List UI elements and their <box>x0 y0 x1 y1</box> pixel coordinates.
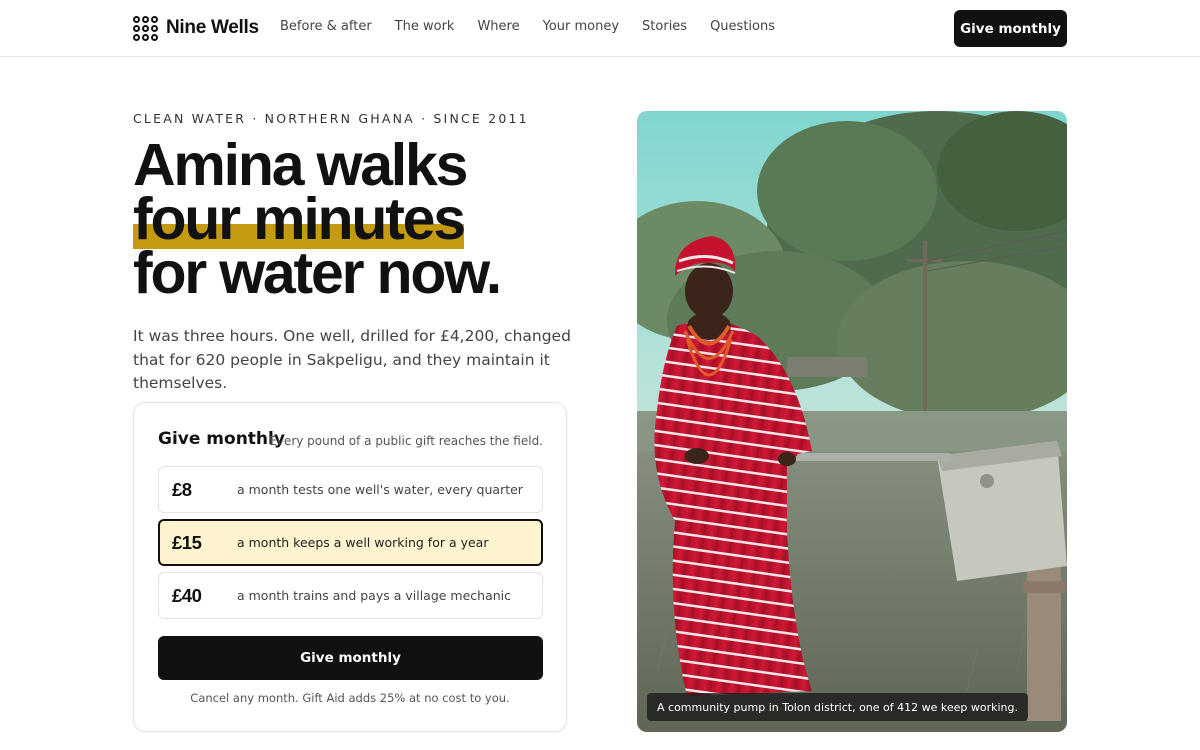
tier-description: a month keeps a well working for a year <box>237 535 489 550</box>
tier-amount: £8 <box>172 479 192 500</box>
card-title: Give monthly <box>158 429 285 449</box>
woman-at-water-pump-image <box>637 111 1067 732</box>
tier-amount: £40 <box>172 585 202 606</box>
hero-eyebrow: CLEAN WATER · NORTHERN GHANA · SINCE 201… <box>133 111 529 126</box>
hero-lede: It was three hours. One well, drilled fo… <box>133 327 571 392</box>
brand-name: Nine Wells <box>166 17 259 38</box>
headline-line-3: for water now. <box>133 240 502 306</box>
main-nav: Before & after The work Where Your money… <box>280 19 798 34</box>
give-monthly-card: Give monthly Every pound of a public gif… <box>133 402 567 732</box>
headline-line-2: four minutes <box>133 186 500 252</box>
tier-description: a month trains and pays a village mechan… <box>237 588 512 603</box>
nav-before-after[interactable]: Before & after <box>280 19 372 34</box>
headline-line-1: Amina walks <box>133 132 468 198</box>
tier-description: a month tests one well's water, every qu… <box>237 482 523 497</box>
nav-stories[interactable]: Stories <box>642 19 687 34</box>
nav-questions[interactable]: Questions <box>710 19 775 34</box>
tier-option-15[interactable]: £15 a month keeps a well working for a y… <box>158 519 543 566</box>
card-note: Every pound of a public gift reaches the… <box>269 434 543 448</box>
site-header: Nine Wells Before & after The work Where… <box>0 0 1200 57</box>
tier-option-8[interactable]: £8 a month tests one well's water, every… <box>158 466 543 513</box>
hero-photo: A community pump in Tolon district, one … <box>637 111 1067 732</box>
card-footnote: Cancel any month. Gift Aid adds 25% at n… <box>190 691 510 705</box>
nav-where[interactable]: Where <box>477 19 519 34</box>
headline-highlight: four minutes <box>133 186 466 252</box>
nav-the-work[interactable]: The work <box>395 19 455 34</box>
brand-logo[interactable]: Nine Wells <box>133 15 259 41</box>
nine-wells-logo-icon <box>133 15 158 41</box>
hero-headline: Amina walks four minutes for water now. <box>133 132 502 306</box>
tier-option-40[interactable]: £40 a month trains and pays a village me… <box>158 572 543 619</box>
header-give-monthly-button[interactable]: Give monthly <box>954 10 1067 47</box>
give-monthly-submit-button[interactable]: Give monthly <box>158 636 543 680</box>
photo-caption: A community pump in Tolon district, one … <box>647 693 1029 721</box>
tier-amount: £15 <box>172 532 202 553</box>
nav-your-money[interactable]: Your money <box>543 19 619 34</box>
